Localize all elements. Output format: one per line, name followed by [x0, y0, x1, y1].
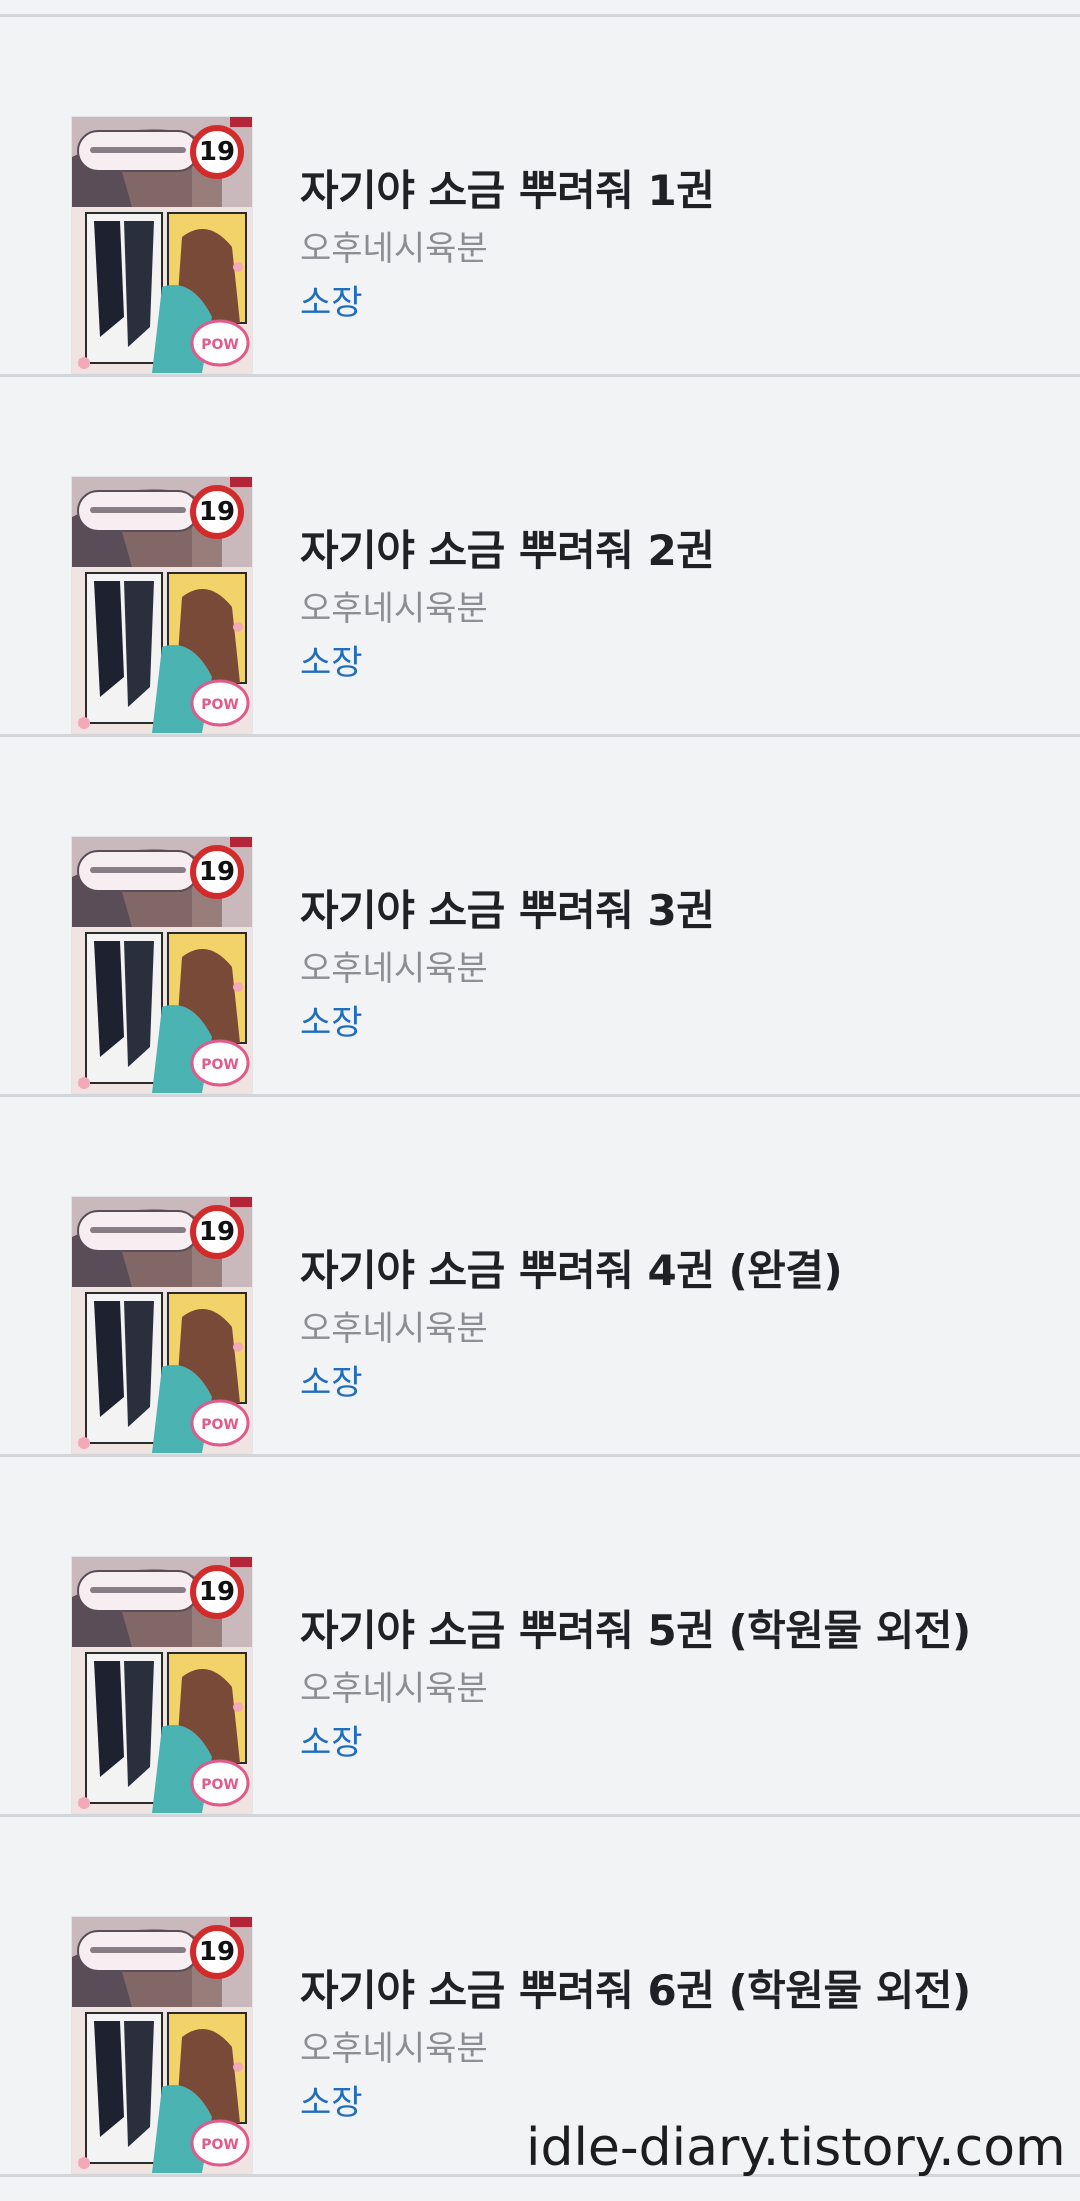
svg-text:POW: POW	[201, 697, 239, 713]
book-list-item[interactable]: POW 19 자기야 소금 뿌려줘 5권 (학원물 외전) 오후네시육분 소장	[0, 1457, 1080, 1817]
watermark-text: idle-diary.tistory.com	[526, 2118, 1066, 2178]
book-title[interactable]: 자기야 소금 뿌려줘 6권 (학원물 외전)	[300, 1957, 971, 2018]
book-cover[interactable]: POW 19	[72, 1557, 252, 1813]
book-author: 오후네시육분	[300, 1309, 488, 1349]
age-rating-badge: 19	[190, 485, 244, 539]
ownership-status: 소장	[300, 283, 363, 323]
ownership-status: 소장	[300, 643, 363, 683]
age-rating-badge: 19	[190, 125, 244, 179]
book-cover[interactable]: POW 19	[72, 477, 252, 733]
book-author: 오후네시육분	[300, 1669, 488, 1709]
book-title[interactable]: 자기야 소금 뿌려줘 1권	[300, 157, 715, 218]
book-title[interactable]: 자기야 소금 뿌려줘 3권	[300, 877, 715, 938]
svg-text:POW: POW	[201, 337, 239, 353]
book-author: 오후네시육분	[300, 229, 488, 269]
book-cover[interactable]: POW 19	[72, 1917, 252, 2173]
book-list-item[interactable]: POW 19 자기야 소금 뿌려줘 2권 오후네시육분 소장	[0, 377, 1080, 737]
age-rating-badge: 19	[190, 1205, 244, 1259]
age-rating-badge: 19	[190, 845, 244, 899]
book-author: 오후네시육분	[300, 589, 488, 629]
book-title[interactable]: 자기야 소금 뿌려줘 5권 (학원물 외전)	[300, 1597, 971, 1658]
book-cover[interactable]: POW 19	[72, 117, 252, 373]
svg-text:POW: POW	[201, 1057, 239, 1073]
book-author: 오후네시육분	[300, 949, 488, 989]
svg-text:POW: POW	[201, 1417, 239, 1433]
svg-text:POW: POW	[201, 2137, 239, 2153]
book-list: POW 19 자기야 소금 뿌려줘 1권 오후네시육분 소장 POW 19 자기…	[0, 17, 1080, 2177]
book-title[interactable]: 자기야 소금 뿌려줘 4권 (완결)	[300, 1237, 843, 1298]
svg-text:POW: POW	[201, 1777, 239, 1793]
age-rating-badge: 19	[190, 1925, 244, 1979]
book-author: 오후네시육분	[300, 2029, 488, 2069]
book-list-item[interactable]: POW 19 자기야 소금 뿌려줘 3권 오후네시육분 소장	[0, 737, 1080, 1097]
book-cover[interactable]: POW 19	[72, 1197, 252, 1453]
ownership-status: 소장	[300, 1363, 363, 1403]
ownership-status: 소장	[300, 2083, 363, 2123]
book-list-item[interactable]: POW 19 자기야 소금 뿌려줘 1권 오후네시육분 소장	[0, 17, 1080, 377]
library-page: POW 19 자기야 소금 뿌려줘 1권 오후네시육분 소장 POW 19 자기…	[0, 0, 1080, 2201]
book-title[interactable]: 자기야 소금 뿌려줘 2권	[300, 517, 715, 578]
book-list-item[interactable]: POW 19 자기야 소금 뿌려줘 4권 (완결) 오후네시육분 소장	[0, 1097, 1080, 1457]
book-cover[interactable]: POW 19	[72, 837, 252, 1093]
age-rating-badge: 19	[190, 1565, 244, 1619]
ownership-status: 소장	[300, 1723, 363, 1763]
ownership-status: 소장	[300, 1003, 363, 1043]
